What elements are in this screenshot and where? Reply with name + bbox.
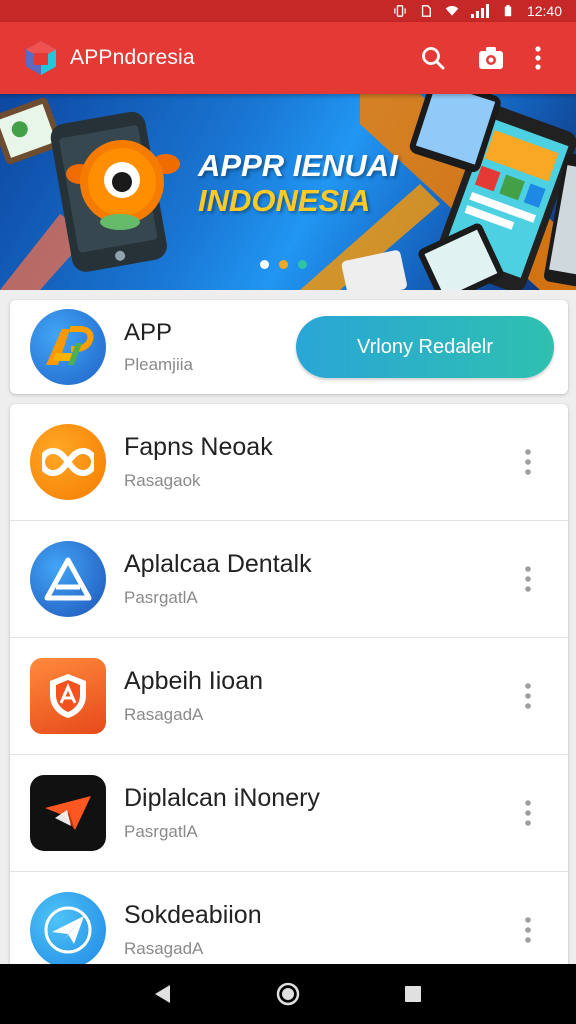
featured-app-card[interactable]: APP Pleamjiia Vrlony Redalelr	[10, 300, 568, 394]
app-subtitle: RasagadA	[124, 939, 204, 958]
more-vert-icon	[525, 683, 531, 709]
banner-page-indicator	[260, 260, 307, 269]
search-icon	[422, 47, 445, 70]
overflow-menu-button[interactable]	[520, 34, 556, 82]
featured-app-icon	[30, 309, 106, 385]
shield-icon	[50, 674, 86, 718]
vibrate-icon	[394, 5, 406, 17]
more-vert-icon	[525, 917, 531, 943]
featured-action-button[interactable]: Vrlony Redalelr	[296, 316, 554, 378]
app-name: Diplalcan iNonery	[124, 784, 320, 812]
banner-line-2: INDONESIA	[198, 183, 371, 218]
nav-home-button[interactable]	[258, 964, 318, 1024]
recents-icon	[405, 986, 422, 1002]
more-vert-icon	[525, 566, 531, 592]
app-icon	[30, 775, 106, 851]
nav-back-button[interactable]	[133, 964, 193, 1024]
home-icon	[276, 982, 300, 1006]
banner-dot[interactable]	[260, 260, 269, 269]
battery-icon	[504, 5, 512, 17]
app-name: Sokdeabiion	[124, 901, 262, 929]
sim-icon	[421, 5, 431, 17]
more-vert-icon	[525, 800, 531, 826]
banner-headline: APPR IENUAI INDONESIA	[198, 150, 398, 216]
infinity-icon	[42, 447, 94, 477]
app-logo-icon	[26, 41, 56, 75]
list-item[interactable]: Diplalcan iNonery PasrgatlA	[10, 755, 568, 872]
app-icon	[30, 892, 106, 968]
item-more-button[interactable]	[504, 906, 552, 954]
system-nav-bar	[0, 964, 576, 1024]
search-button[interactable]	[404, 34, 462, 82]
more-vert-icon	[525, 449, 531, 475]
featured-app-name: APP	[124, 319, 173, 346]
item-more-button[interactable]	[504, 789, 552, 837]
list-item[interactable]: Fapns Neoak Rasagaok	[10, 404, 568, 521]
status-time: 12:40	[526, 3, 562, 19]
back-icon	[154, 985, 170, 1003]
camera-icon	[479, 47, 503, 69]
item-more-button[interactable]	[504, 438, 552, 486]
triangle-a-icon	[44, 557, 92, 601]
banner-dot[interactable]	[279, 260, 288, 269]
app-subtitle: Rasagaok	[124, 471, 201, 490]
wifi-icon	[445, 5, 459, 16]
item-more-button[interactable]	[504, 555, 552, 603]
ap-logo-icon	[46, 326, 94, 365]
list-item[interactable]: Apbeih Iioan RasagadA	[10, 638, 568, 755]
app-name: Fapns Neoak	[124, 433, 273, 461]
banner-line-1: APPR IENUAI	[198, 148, 398, 183]
camera-button[interactable]	[462, 34, 520, 82]
app-icon	[30, 658, 106, 734]
promo-banner[interactable]: APPR IENUAI INDONESIA	[0, 94, 576, 290]
arrow-logo-icon	[45, 796, 91, 830]
featured-app-subtitle: Pleamjiia	[124, 355, 193, 374]
nav-recents-button[interactable]	[383, 964, 443, 1024]
app-subtitle: RasagadA	[124, 705, 204, 724]
status-bar: 12:40	[0, 0, 576, 22]
list-item[interactable]: Aplalcaa Dentalk PasrgatlA	[10, 521, 568, 638]
overflow-icon	[535, 46, 541, 70]
app-subtitle: PasrgatlA	[124, 822, 198, 841]
paper-plane-icon	[44, 906, 92, 954]
banner-dot[interactable]	[298, 260, 307, 269]
app-title: APPndoresia	[70, 46, 195, 69]
app-name: Apbeih Iioan	[124, 667, 264, 695]
app-icon	[30, 541, 106, 617]
signal-icon	[470, 4, 489, 18]
app-name: Aplalcaa Dentalk	[124, 550, 312, 578]
app-icon	[30, 424, 106, 500]
app-bar: APPndoresia	[0, 22, 576, 94]
app-list: Fapns Neoak Rasagaok Aplalcaa Dentalk Pa…	[10, 404, 568, 984]
app-subtitle: PasrgatlA	[124, 588, 198, 607]
item-more-button[interactable]	[504, 672, 552, 720]
